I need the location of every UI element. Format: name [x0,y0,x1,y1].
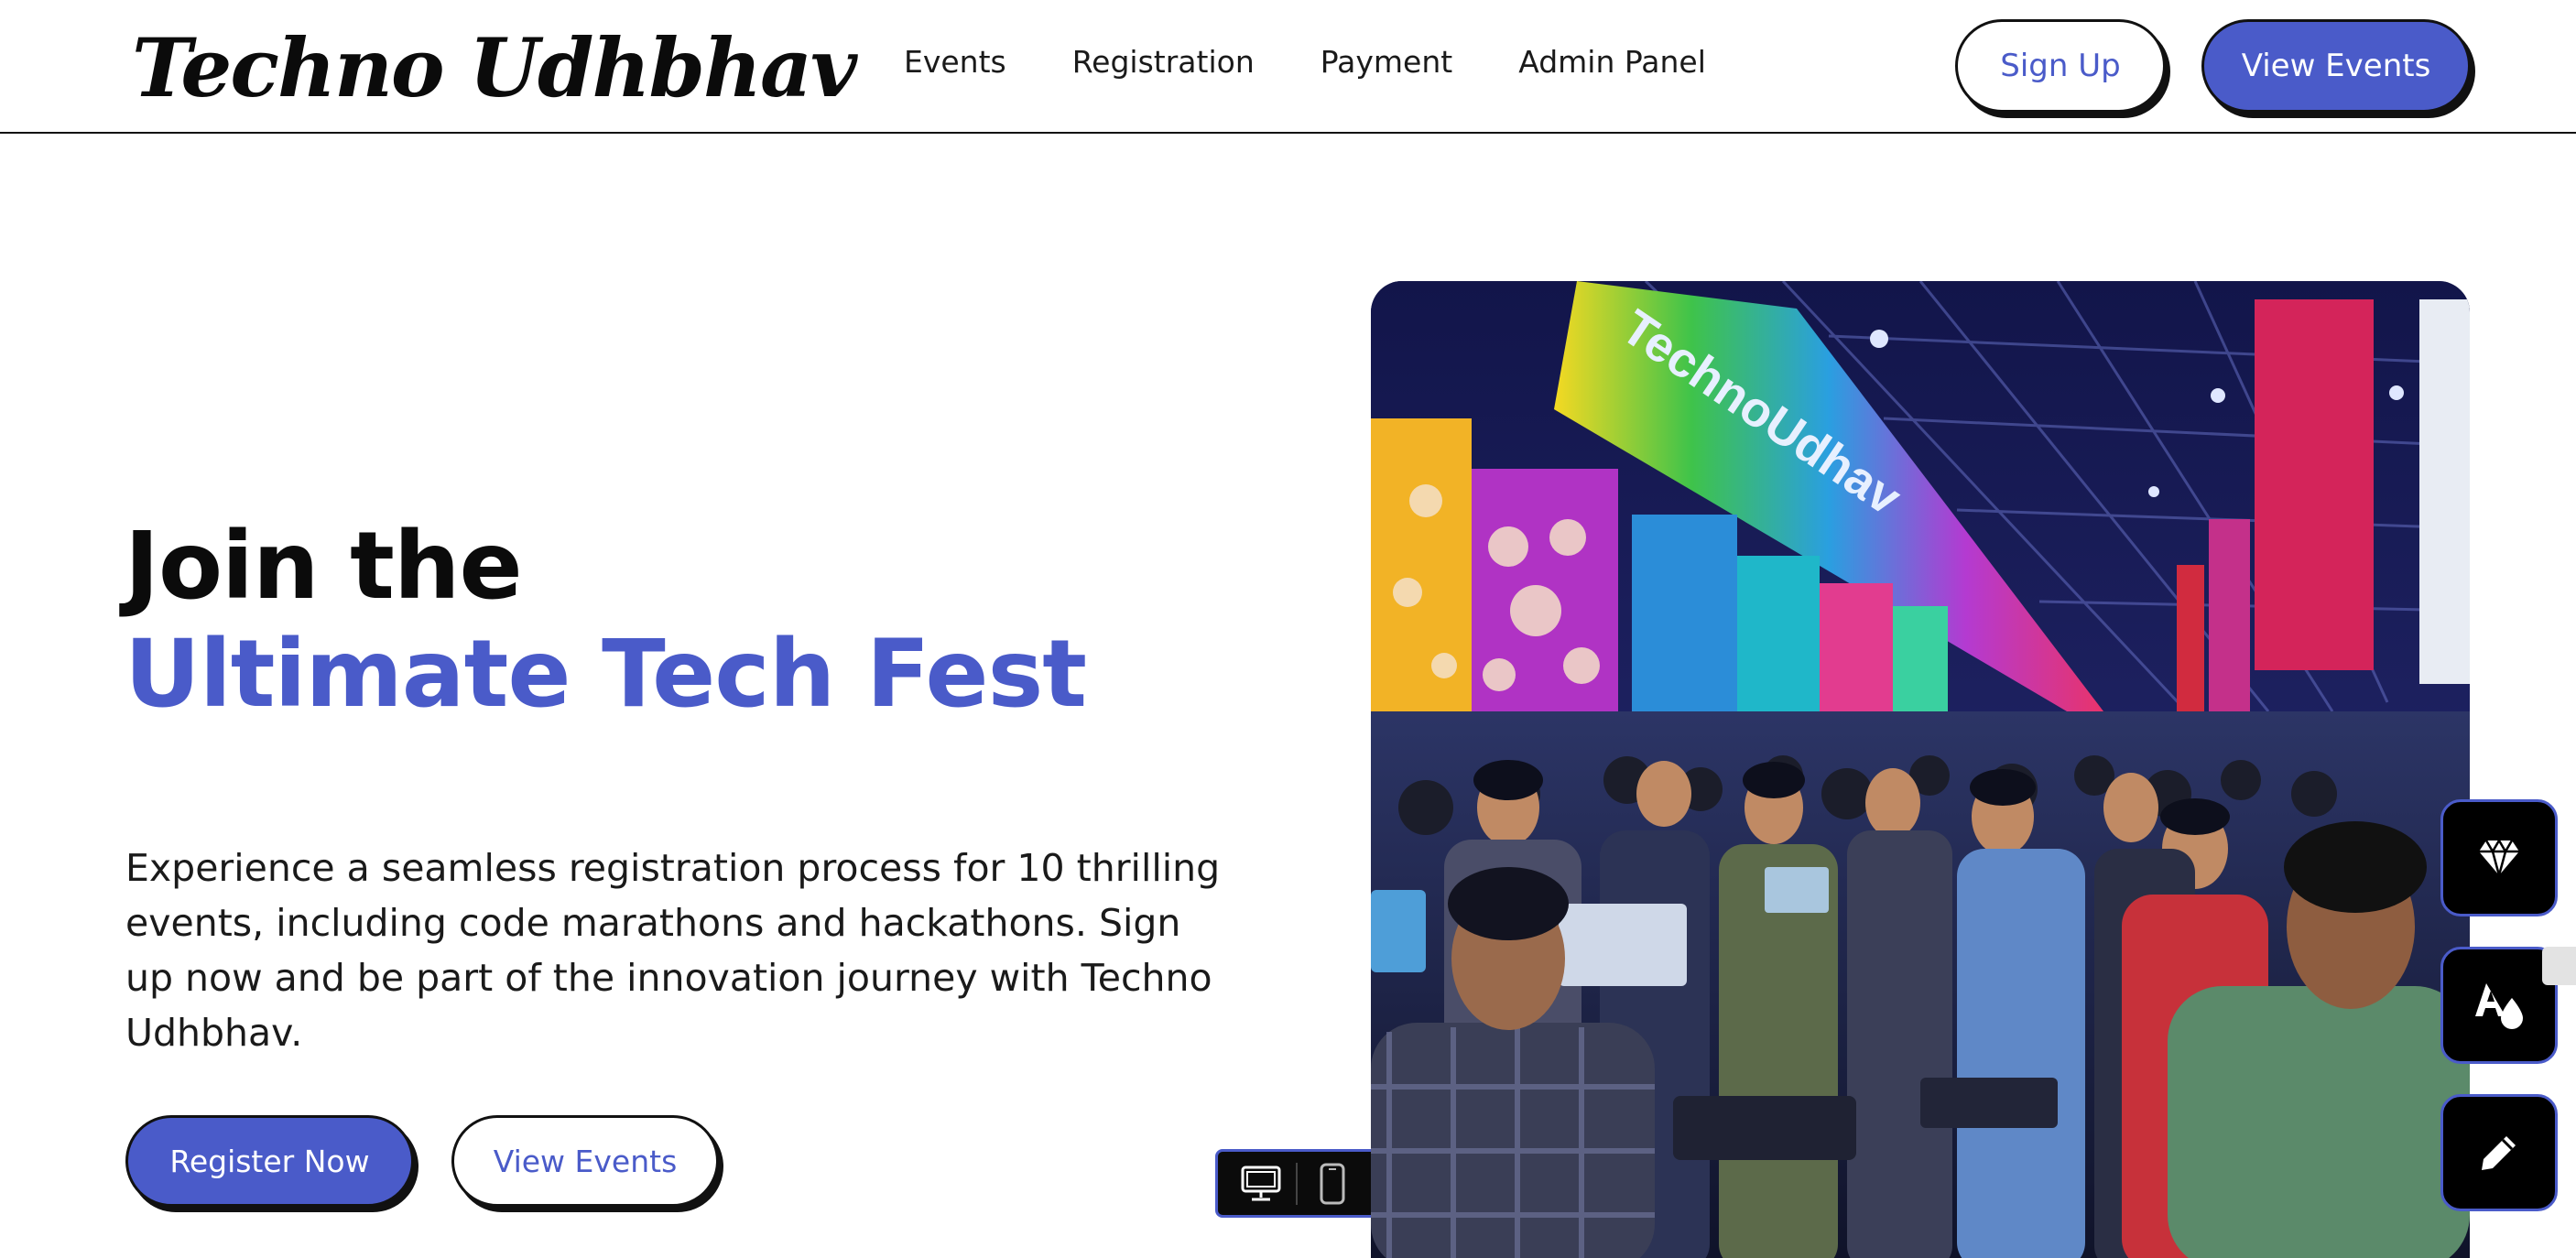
nav-link-registration[interactable]: Registration [1072,44,1255,80]
nav-link-events[interactable]: Events [904,44,1006,80]
register-now-button[interactable]: Register Now [125,1115,414,1207]
hero-view-events-button[interactable]: View Events [451,1115,719,1207]
hero-description: Experience a seamless registration proce… [125,846,1221,1055]
hero-image: TechnoUdhav [1371,281,2470,1258]
hero-title-line2: Ultimate Tech Fest [125,620,1087,729]
nav-link-payment[interactable]: Payment [1321,44,1452,80]
hero-title: Join the Ultimate Tech Fest [125,512,1087,729]
desktop-icon[interactable] [1234,1157,1288,1210]
device-preview-toggle [1215,1149,1378,1218]
gem-icon [2479,840,2519,878]
pencil-tool-button[interactable] [2440,1094,2558,1211]
site-logo[interactable]: Techno Udhbhav [132,20,857,115]
header-view-events-button[interactable]: View Events [2201,19,2471,113]
nav-link-admin-panel[interactable]: Admin Panel [1518,44,1706,80]
toggle-separator [1295,1162,1298,1205]
mobile-icon[interactable] [1306,1157,1359,1210]
collapse-panel-handle[interactable] [2542,947,2576,985]
sign-up-button[interactable]: Sign Up [1955,19,2166,113]
color-style-tool-button[interactable] [2440,947,2558,1064]
gem-tool-button[interactable] [2440,799,2558,916]
color-style-icon [2475,983,2523,1029]
pencil-icon [2482,1136,2516,1170]
main-nav: Events Registration Payment Admin Panel [904,44,1772,80]
site-header: Techno Udhbhav Events Registration Payme… [0,0,2576,134]
hero-title-line1: Join the [125,512,523,621]
